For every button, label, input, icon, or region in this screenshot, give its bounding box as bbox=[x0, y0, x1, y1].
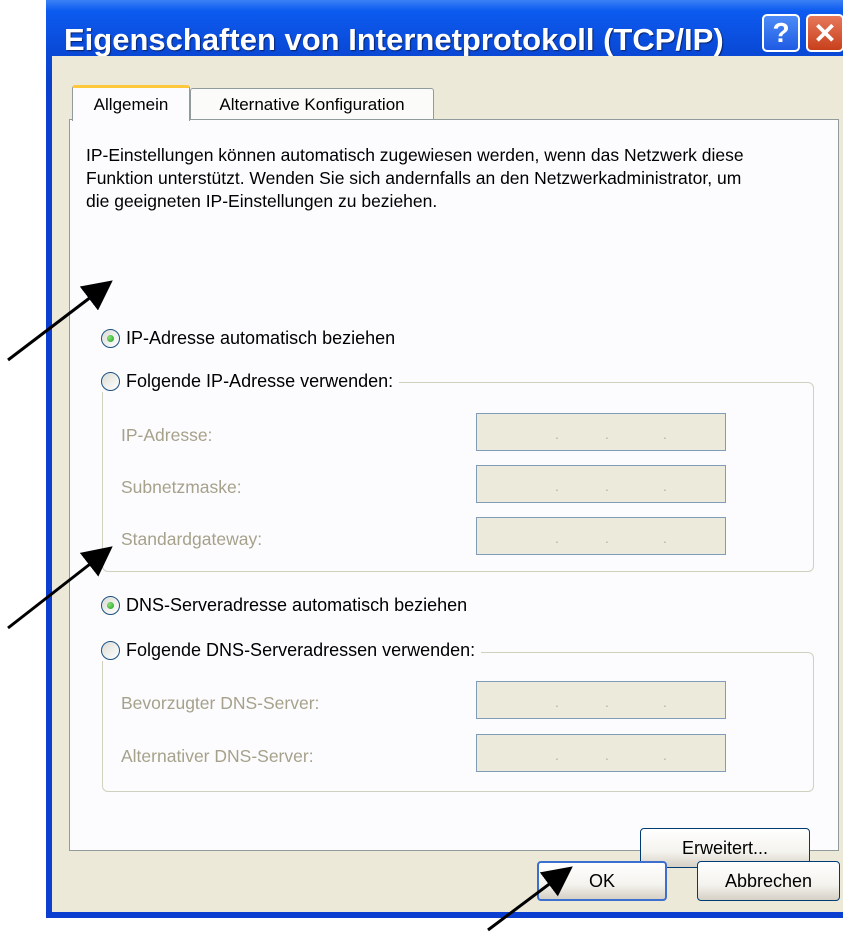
default-gateway-label: Standardgateway: bbox=[121, 529, 263, 549]
dns-manual-option[interactable]: Folgende DNS-Serveradressen verwenden: bbox=[101, 640, 482, 661]
help-button[interactable]: ? bbox=[762, 14, 800, 52]
dns-auto-label: DNS-Serveradresse automatisch beziehen bbox=[126, 595, 468, 615]
cancel-button[interactable]: Abbrechen bbox=[697, 861, 840, 901]
ip-manual-option[interactable]: Folgende IP-Adresse verwenden: bbox=[101, 371, 400, 392]
dns-manual-radio[interactable] bbox=[101, 641, 120, 660]
radio-selected-dot bbox=[107, 335, 114, 342]
window-title: Eigenschaften von Internetprotokoll (TCP… bbox=[64, 22, 724, 57]
close-button[interactable]: ✕ bbox=[806, 14, 843, 52]
preferred-dns-label: Bevorzugter DNS-Server: bbox=[121, 693, 320, 713]
tab-panel: IP-Einstellungen können automatisch zuge… bbox=[69, 119, 839, 868]
ip-auto-option[interactable]: IP-Adresse automatisch beziehen bbox=[101, 328, 402, 349]
default-gateway-field[interactable]: ... bbox=[476, 517, 726, 555]
dns-manual-label: Folgende DNS-Serveradressen verwenden: bbox=[126, 640, 476, 660]
alternate-dns-field[interactable]: ... bbox=[476, 734, 726, 772]
ip-manual-label: Folgende IP-Adresse verwenden: bbox=[126, 371, 394, 391]
alternate-dns-label: Alternativer DNS-Server: bbox=[121, 746, 314, 766]
dns-auto-option[interactable]: DNS-Serveradresse automatisch beziehen bbox=[101, 595, 474, 616]
ip-manual-radio[interactable] bbox=[101, 372, 120, 391]
ip-auto-radio[interactable] bbox=[101, 329, 120, 348]
subnet-mask-field[interactable]: ... bbox=[476, 465, 726, 503]
tab-alternative-konfiguration[interactable]: Alternative Konfiguration bbox=[190, 88, 434, 121]
subnet-mask-label: Subnetzmaske: bbox=[121, 477, 242, 497]
ip-auto-label: IP-Adresse automatisch beziehen bbox=[126, 328, 396, 348]
radio-selected-dot bbox=[107, 602, 114, 609]
dialog-client-area: Allgemein Alternative Konfiguration IP-E… bbox=[52, 56, 843, 912]
dns-auto-radio[interactable] bbox=[101, 596, 120, 615]
preferred-dns-field[interactable]: ... bbox=[476, 681, 726, 719]
dns-manual-group: Bevorzugter DNS-Server: ... Alternativer… bbox=[102, 652, 814, 792]
ok-button[interactable]: OK bbox=[537, 861, 667, 901]
ip-address-field[interactable]: ... bbox=[476, 413, 726, 451]
dialog-window: Eigenschaften von Internetprotokoll (TCP… bbox=[46, 0, 843, 918]
description-text: IP-Einstellungen können automatisch zuge… bbox=[86, 145, 744, 211]
ip-manual-group: IP-Adresse: ... Subnetzmaske: ... Standa… bbox=[102, 382, 814, 572]
ip-address-label: IP-Adresse: bbox=[121, 425, 213, 445]
tab-allgemein[interactable]: Allgemein bbox=[72, 85, 190, 121]
